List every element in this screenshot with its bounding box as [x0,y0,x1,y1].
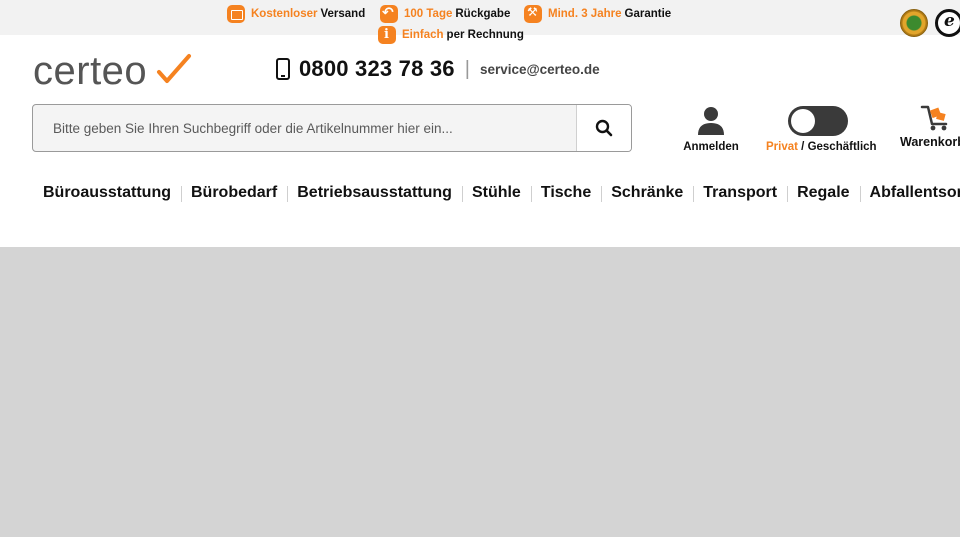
nav-item-regale[interactable]: Regale [787,184,859,202]
certeo-logo-icon: certeo [33,49,191,93]
phone-number[interactable]: 0800 323 78 36 [299,56,455,82]
usp-invoice[interactable]: Einfach per Rechnung [378,26,524,44]
cart-icon [920,105,948,131]
usp-text: Versand [320,8,366,20]
usp-highlight: Mind. 3 Jahre [548,8,622,20]
login-label: Anmelden [683,141,739,153]
business-label[interactable]: Geschäftlich [808,141,877,153]
box-icon [227,5,245,23]
contact-separator: | [464,57,470,80]
search-button[interactable] [576,105,631,151]
toggle-knob [791,109,816,133]
phone-icon [276,58,290,80]
category-nav: Büroausstattung Bürobedarf Betriebsausst… [33,184,960,202]
nav-item-stuehle[interactable]: Stühle [461,184,531,202]
nav-item-abfallentsorgung[interactable]: Abfallentsorgung [859,184,960,202]
usp-returns[interactable]: 100 Tage Rückgabe [380,4,511,23]
nav-item-bueroausstattung[interactable]: Büroausstattung [33,184,181,202]
usp-highlight: Kostenloser [251,8,318,20]
nav-item-betriebsausstattung[interactable]: Betriebsausstattung [287,184,462,202]
cart-button[interactable]: Warenkorb [900,104,960,149]
nav-item-buerobedarf[interactable]: Bürobedarf [181,184,287,202]
private-label[interactable]: Privat [766,141,798,153]
nav-item-transport[interactable]: Transport [693,184,787,202]
email-link[interactable]: service@certeo.de [480,62,600,77]
customer-type-toggle[interactable] [788,106,849,136]
usp-highlight: 100 Tage [404,8,453,20]
cart-label: Warenkorb [900,135,960,149]
usp-text: Rückgabe [455,8,511,20]
info-icon [378,26,396,44]
usp-warranty[interactable]: Mind. 3 Jahre Garantie [524,5,671,23]
content-area [0,247,960,537]
award-seal-icon[interactable] [900,9,928,37]
usp-highlight: Einfach [402,29,444,41]
logo-text: certeo [33,50,147,90]
customer-type-separator: / [797,141,808,153]
customer-type-label: Privat / Geschäftlich [766,141,877,153]
usp-free-shipping[interactable]: Kostenloser Versand [227,5,365,23]
customer-type-switch[interactable]: Privat / Geschäftlich [766,106,877,153]
login-button[interactable]: Anmelden [680,106,742,153]
return-icon [380,4,398,23]
contact-info: 0800 323 78 36 | service@certeo.de [276,56,600,82]
user-icon [698,107,724,135]
usp-bar: Kostenloser Versand 100 Tage Rückgabe Mi… [0,0,960,44]
trusted-shops-seal-icon[interactable] [935,9,960,37]
usp-text: Garantie [624,8,672,20]
search-bar [32,104,632,152]
tools-icon [524,5,542,23]
logo[interactable]: certeo [33,49,193,93]
search-input[interactable] [33,105,576,151]
search-icon [595,119,613,137]
nav-item-schraenke[interactable]: Schränke [601,184,693,202]
usp-text: per Rechnung [446,29,524,41]
nav-item-tische[interactable]: Tische [530,184,601,202]
